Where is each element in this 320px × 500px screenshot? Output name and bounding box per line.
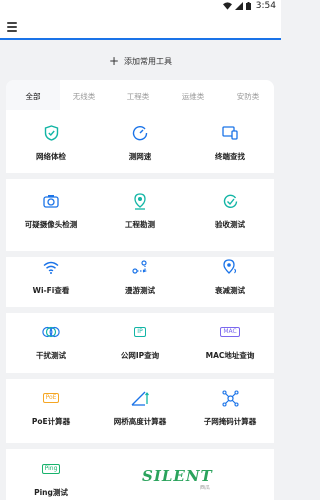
- status-time: 3:54: [255, 1, 276, 11]
- tool-label: 测网速: [128, 152, 152, 161]
- tool-camera-detect[interactable]: 可疑摄像头检测: [7, 192, 95, 231]
- tool-network-checkup[interactable]: 网络体检: [7, 124, 95, 163]
- subnet-icon: [221, 389, 239, 407]
- tool-label: 网桥高度计算器: [113, 417, 167, 426]
- tool-ping-test[interactable]: Ping Ping测试: [7, 460, 95, 499]
- tool-label: Ping测试: [34, 488, 68, 497]
- tab-wireless[interactable]: 无线类: [64, 91, 104, 102]
- tool-label: 可疑摄像头检测: [24, 220, 78, 229]
- tool-label: 终端查找: [215, 152, 245, 161]
- tool-label: 干扰测试: [36, 351, 66, 360]
- speedometer-icon: [131, 124, 149, 142]
- tool-label: 公网IP查询: [120, 351, 160, 360]
- check-circle-icon: [221, 192, 239, 210]
- row-divider: [6, 173, 274, 179]
- ping-badge: Ping: [41, 464, 61, 474]
- status-bar: 3:54: [0, 0, 281, 14]
- tool-roaming-test[interactable]: 漫游测试: [96, 258, 184, 297]
- ip-badge: IP: [134, 327, 146, 337]
- tool-label: MAC地址查询: [205, 351, 255, 360]
- add-common-tools-button[interactable]: + 添加常用工具: [0, 48, 281, 74]
- map-pin-icon: [131, 192, 149, 210]
- battery-icon: [245, 2, 251, 10]
- watermark-logo: SILENT 西瓜: [142, 466, 222, 496]
- tool-terminal-finder[interactable]: 终端查找: [186, 124, 274, 163]
- tool-label: 网络体检: [36, 152, 66, 161]
- tools-card: 全部 无线类 工程类 运维类 安防类 网络体检 测网速 终端查找 可疑摄像头检测: [6, 80, 274, 500]
- tool-poe-calculator[interactable]: PoE PoE计算器: [7, 389, 95, 428]
- camera-icon: [42, 192, 60, 210]
- wifi-status-icon: [222, 2, 232, 10]
- category-tabs: 全部 无线类 工程类 运维类 安防类: [6, 80, 274, 110]
- ping-icon: Ping: [41, 460, 61, 478]
- row-divider: [6, 307, 274, 313]
- menu-icon[interactable]: [6, 19, 20, 33]
- devices-icon: [221, 124, 239, 142]
- tab-operations[interactable]: 运维类: [173, 91, 213, 102]
- tool-interference-test[interactable]: 干扰测试: [7, 323, 95, 362]
- wifi-icon: [42, 258, 60, 276]
- tab-security[interactable]: 安防类: [228, 91, 268, 102]
- mac-icon: MAC: [220, 323, 240, 341]
- tool-public-ip[interactable]: IP 公网IP查询: [96, 323, 184, 362]
- poe-badge: PoE: [42, 393, 60, 403]
- tool-label: 验收测试: [215, 220, 245, 229]
- roaming-icon: [131, 258, 149, 276]
- tab-engineering[interactable]: 工程类: [118, 91, 158, 102]
- tool-mac-lookup[interactable]: MAC MAC地址查询: [186, 323, 274, 362]
- tool-label: 子网掩码计算器: [203, 417, 257, 426]
- tool-label: 漫游测试: [125, 286, 155, 295]
- add-tools-label: 添加常用工具: [124, 56, 173, 66]
- signal-icon: [234, 2, 243, 10]
- plus-icon: +: [108, 54, 120, 68]
- row-divider: [6, 443, 274, 449]
- tool-label: 工程勘测: [125, 220, 155, 229]
- location-pin-icon: [221, 258, 239, 276]
- tool-bridge-height[interactable]: 网桥高度计算器: [96, 389, 184, 428]
- status-icons: 3:54: [222, 1, 276, 11]
- tab-all[interactable]: 全部: [13, 91, 53, 102]
- tool-engineering-survey[interactable]: 工程勘测: [96, 192, 184, 231]
- mac-badge: MAC: [220, 327, 240, 337]
- tool-label: 衰减测试: [215, 286, 245, 295]
- tool-attenuation-test[interactable]: 衰减测试: [186, 258, 274, 297]
- watermark-text: SILENT: [142, 467, 213, 485]
- tool-wifi-view[interactable]: Wi-Fi查看: [7, 258, 95, 297]
- app-bar: [0, 14, 281, 40]
- row-divider: [6, 373, 274, 379]
- tool-acceptance-test[interactable]: 验收测试: [186, 192, 274, 231]
- tool-label: Wi-Fi查看: [32, 286, 70, 295]
- bridge-height-icon: [131, 389, 149, 407]
- watermark-subtext: 西瓜: [200, 485, 211, 491]
- shield-check-icon: [42, 124, 60, 142]
- poe-icon: PoE: [42, 389, 60, 407]
- row-divider: [6, 251, 274, 257]
- tool-label: PoE计算器: [31, 417, 71, 426]
- tool-subnet-calculator[interactable]: 子网掩码计算器: [186, 389, 274, 428]
- ip-icon: IP: [131, 323, 149, 341]
- interference-icon: [42, 323, 60, 341]
- tool-speed-test[interactable]: 测网速: [96, 124, 184, 163]
